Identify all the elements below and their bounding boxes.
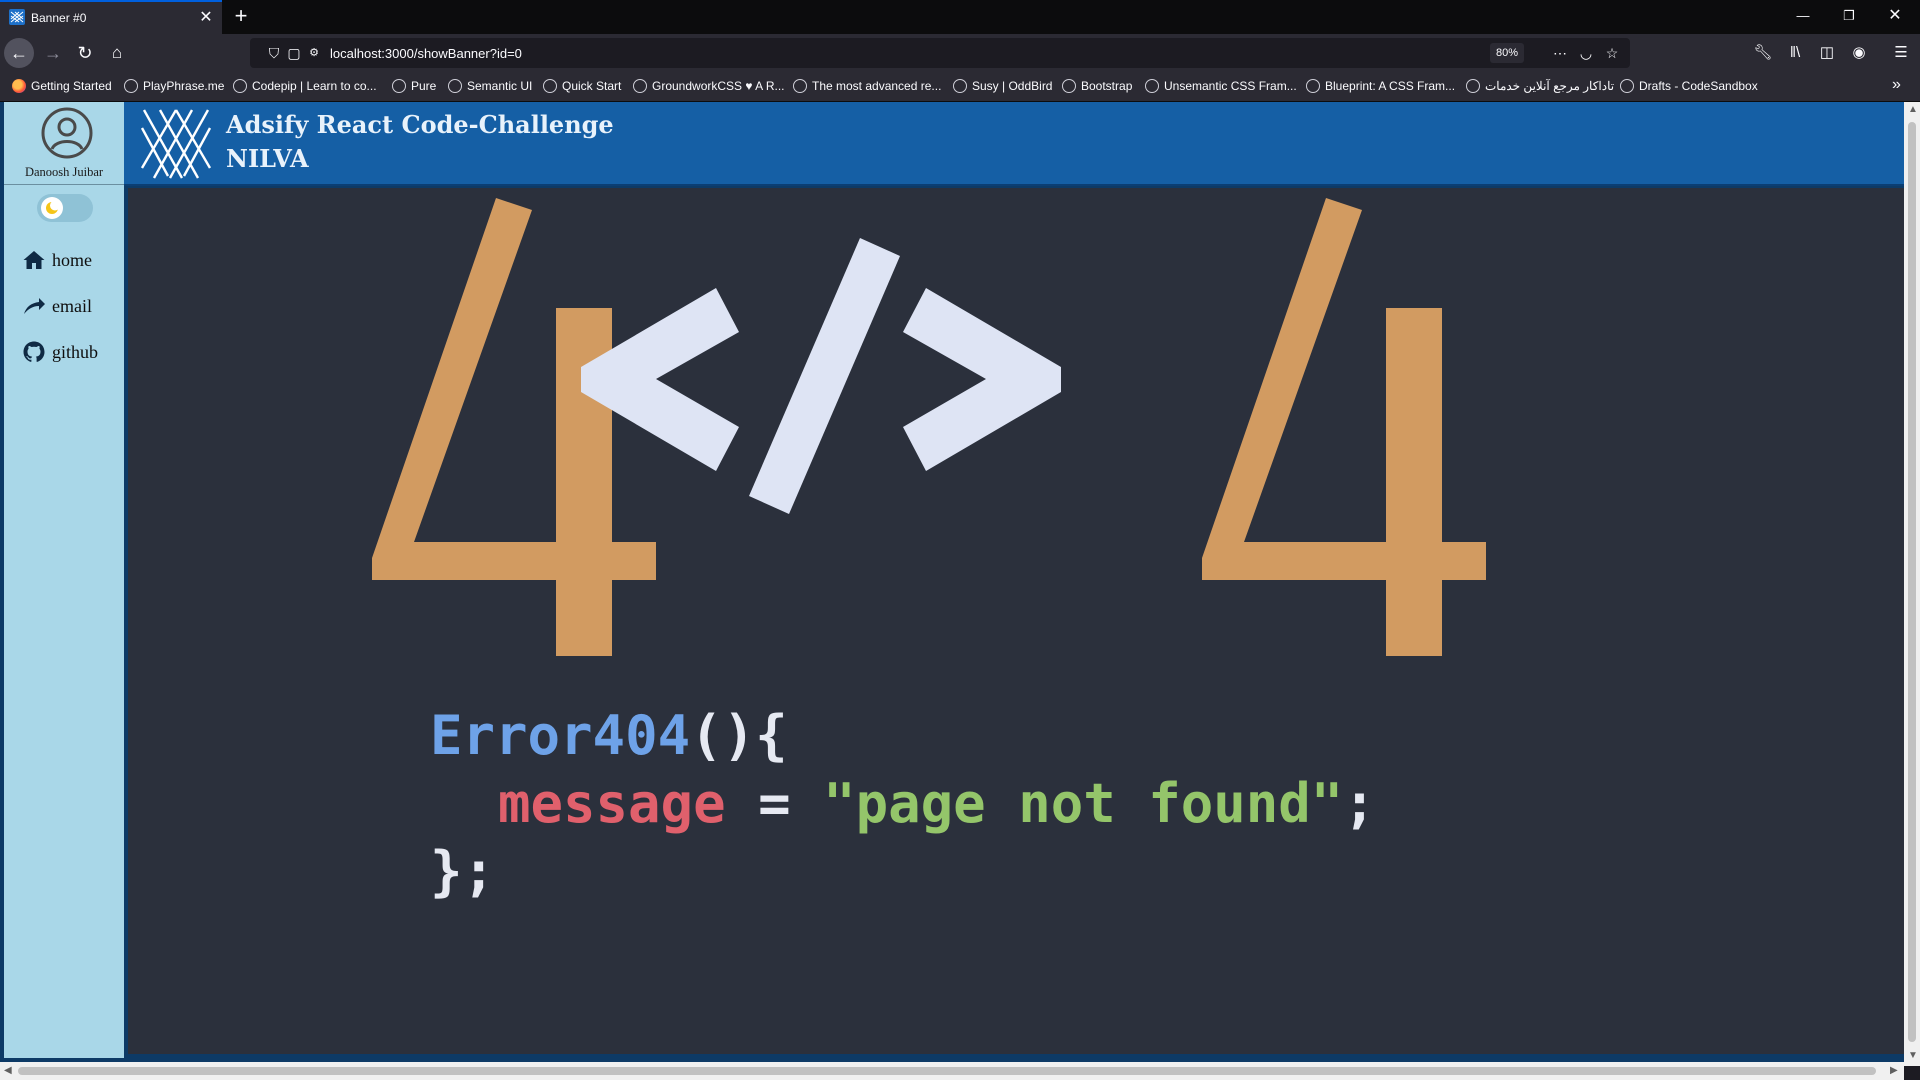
- menu-icon[interactable]: ☰: [1890, 42, 1912, 64]
- code-paren: (){: [690, 704, 788, 767]
- more-actions-icon[interactable]: ⋯: [1550, 43, 1570, 63]
- big-four-left: [372, 198, 656, 656]
- url-bar[interactable]: ⛉ ▢ ⚙ localhost:3000/showBanner?id=0 80%…: [250, 38, 1630, 68]
- tab-strip: Banner #0 ✕ + — ❐ ✕: [0, 0, 1920, 34]
- sidebar: Danoosh Juibar home email github: [4, 102, 124, 1058]
- code-string: "page not found": [823, 772, 1344, 835]
- bookmarks-overflow-icon[interactable]: »: [1892, 76, 1901, 93]
- reload-icon[interactable]: ↻: [70, 38, 100, 68]
- globe-icon: [1466, 79, 1480, 93]
- email-icon: [24, 298, 45, 314]
- globe-icon: [1620, 79, 1634, 93]
- globe-icon: [633, 79, 647, 93]
- globe-icon: [392, 79, 406, 93]
- globe-icon: [1306, 79, 1320, 93]
- bookmark-item[interactable]: Bootstrap: [1062, 79, 1132, 95]
- tab-title: Banner #0: [31, 11, 87, 25]
- bookmarks-toolbar: Getting Started PlayPhrase.me Codepip | …: [0, 72, 1920, 102]
- greater-than-glyph: [903, 288, 1061, 471]
- vertical-scrollbar[interactable]: ▲ ▼: [1904, 102, 1920, 1066]
- sidebar-divider: [4, 184, 124, 185]
- bookmark-item[interactable]: Pure: [392, 79, 436, 95]
- page-viewport: Danoosh Juibar home email github Adsify …: [0, 102, 1920, 1066]
- home-icon: [23, 251, 45, 269]
- tab-close-icon[interactable]: ✕: [196, 8, 216, 28]
- code-line-2: message = "page not found";: [498, 772, 1376, 835]
- globe-icon: [1145, 79, 1159, 93]
- code-line-3: };: [430, 840, 496, 903]
- error-404-artwork: [372, 198, 1486, 656]
- scroll-right-icon[interactable]: ▶: [1890, 1065, 1898, 1076]
- bookmark-item[interactable]: The most advanced re...: [793, 79, 941, 95]
- page-icon[interactable]: ▢: [284, 43, 304, 63]
- library-icon[interactable]: ‖\: [1784, 42, 1806, 64]
- bookmark-item[interactable]: تاداکار مرجع آنلاین خدمات: [1466, 79, 1614, 95]
- globe-icon: [793, 79, 807, 93]
- app-header: Adsify React Code-Challenge NILVA: [124, 102, 1904, 186]
- code-operator: =: [758, 772, 791, 835]
- forward-arrow-icon[interactable]: →: [38, 38, 68, 68]
- bookmark-item[interactable]: Drafts - CodeSandbox: [1620, 79, 1758, 95]
- globe-icon: [543, 79, 557, 93]
- code-line-1: Error404(){: [430, 704, 788, 767]
- banner-404: Error404(){ message = "page not found"; …: [128, 188, 1904, 1054]
- moon-icon: [46, 200, 60, 214]
- bookmark-item[interactable]: PlayPhrase.me: [124, 79, 224, 95]
- toggle-knob: [41, 197, 63, 219]
- account-icon[interactable]: ◉: [1848, 42, 1870, 64]
- zoom-level-badge[interactable]: 80%: [1490, 43, 1524, 63]
- slash-glyph: [749, 238, 900, 514]
- bookmark-item[interactable]: Quick Start: [543, 79, 621, 95]
- header-title: Adsify React Code-Challenge: [226, 110, 614, 139]
- sidebar-item-label: email: [52, 296, 92, 316]
- pocket-icon[interactable]: ◡: [1576, 43, 1596, 63]
- url-text[interactable]: localhost:3000/showBanner?id=0: [330, 46, 522, 61]
- restore-icon[interactable]: ❐: [1826, 0, 1872, 32]
- horizontal-scroll-thumb[interactable]: [18, 1067, 1876, 1075]
- active-tab[interactable]: Banner #0 ✕: [0, 0, 222, 34]
- home-icon[interactable]: ⌂: [102, 38, 132, 68]
- globe-icon: [953, 79, 967, 93]
- bookmark-item[interactable]: Codepip | Learn to co...: [233, 79, 377, 95]
- horizontal-scrollbar[interactable]: ◀ ▶: [0, 1062, 1904, 1080]
- big-four-right: [1202, 198, 1486, 656]
- bookmark-item[interactable]: Getting Started: [12, 79, 112, 95]
- bookmark-star-icon[interactable]: ☆: [1602, 43, 1622, 63]
- user-name: Danoosh Juibar: [24, 165, 104, 179]
- header-subtitle: NILVA: [226, 144, 309, 173]
- tools-icon[interactable]: 🔧︎: [1752, 42, 1774, 64]
- globe-icon: [1062, 79, 1076, 93]
- scroll-up-icon[interactable]: ▲: [1908, 104, 1918, 115]
- bookmark-item[interactable]: Unsemantic CSS Fram...: [1145, 79, 1297, 95]
- sidebar-item-label: home: [52, 250, 92, 270]
- bookmark-item[interactable]: Blueprint: A CSS Fram...: [1306, 79, 1455, 95]
- theme-toggle[interactable]: [37, 194, 93, 222]
- sidebar-toggle-icon[interactable]: ◫: [1816, 42, 1838, 64]
- scroll-down-icon[interactable]: ▼: [1908, 1050, 1918, 1061]
- globe-icon: [124, 79, 138, 93]
- scroll-left-icon[interactable]: ◀: [4, 1065, 12, 1076]
- app-logo-icon: [140, 109, 212, 179]
- globe-icon: [233, 79, 247, 93]
- navigation-toolbar: ← → ↻ ⌂ ⛉ ▢ ⚙ localhost:3000/showBanner?…: [0, 34, 1920, 72]
- bookmark-item[interactable]: Semantic UI: [448, 79, 532, 95]
- window-close-icon[interactable]: ✕: [1872, 0, 1918, 32]
- code-semicolon: ;: [1343, 772, 1376, 835]
- permissions-icon[interactable]: ⚙: [304, 43, 324, 63]
- tab-favicon-icon: [9, 9, 25, 25]
- globe-icon: [448, 79, 462, 93]
- bookmark-item[interactable]: GroundworkCSS ♥ A R...: [633, 79, 785, 95]
- vertical-scroll-thumb[interactable]: [1908, 122, 1916, 1042]
- minimize-icon[interactable]: —: [1780, 0, 1826, 32]
- shield-icon[interactable]: ⛉: [264, 43, 284, 63]
- bookmark-item[interactable]: Susy | OddBird: [953, 79, 1052, 95]
- firefox-icon: [12, 79, 26, 93]
- code-function-name: Error404: [430, 704, 691, 767]
- back-arrow-icon[interactable]: ←: [4, 38, 34, 68]
- code-variable: message: [498, 772, 726, 835]
- user-avatar-icon[interactable]: [40, 106, 94, 160]
- sidebar-item-label: github: [52, 342, 99, 362]
- github-icon: [23, 341, 45, 362]
- new-tab-icon[interactable]: +: [229, 5, 253, 29]
